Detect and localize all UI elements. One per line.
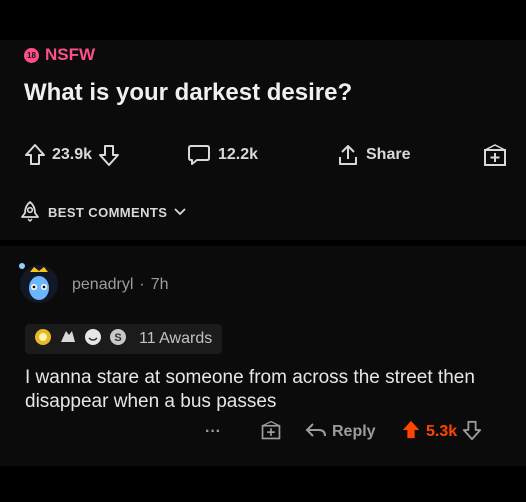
comments-count: 12.2k bbox=[218, 146, 259, 163]
smile-award-icon bbox=[83, 327, 103, 352]
comment-score: 5.3k bbox=[426, 423, 458, 440]
comment-body: I wanna stare at someone from across the… bbox=[25, 367, 475, 412]
meta-separator: · bbox=[139, 276, 145, 293]
upvote-icon[interactable] bbox=[24, 143, 46, 167]
awards-count: 11 Awards bbox=[139, 330, 213, 347]
gift-icon bbox=[482, 142, 508, 168]
awards-bar[interactable]: S 11 Awards bbox=[25, 324, 223, 354]
comment-vote-group: 5.3k bbox=[401, 418, 482, 446]
comment-age: 7h bbox=[150, 276, 169, 293]
nsfw-tag: 18 NSFW bbox=[24, 45, 95, 65]
upvote-count: 23.9k bbox=[52, 146, 93, 163]
chevron-down-icon bbox=[173, 205, 187, 220]
nsfw-label: NSFW bbox=[45, 45, 96, 64]
vote-group: 23.9k bbox=[24, 140, 120, 170]
reply-label: Reply bbox=[332, 423, 376, 440]
share-label: Share bbox=[366, 146, 411, 163]
gift-icon bbox=[260, 419, 282, 446]
award-button[interactable] bbox=[482, 140, 508, 170]
comment-action-bar: ··· Reply 5.3k bbox=[205, 418, 510, 446]
rocket-icon bbox=[18, 200, 42, 225]
award-comment-button[interactable] bbox=[260, 418, 282, 446]
hands-award-icon bbox=[58, 327, 78, 352]
comment-sort-dropdown[interactable]: BEST COMMENTS bbox=[18, 200, 187, 225]
more-icon: ··· bbox=[205, 423, 221, 440]
share-icon bbox=[336, 143, 360, 167]
comment-bubble-icon bbox=[186, 143, 212, 167]
post-action-bar: 23.9k 12.2k Share bbox=[20, 140, 510, 170]
post-title[interactable]: What is your darkest desire? bbox=[24, 79, 352, 107]
share-button[interactable]: Share bbox=[336, 140, 410, 170]
downvote-icon[interactable] bbox=[98, 143, 120, 167]
comment-author[interactable]: penadryl bbox=[72, 276, 133, 294]
gold-award-icon bbox=[33, 327, 53, 352]
sort-label: BEST COMMENTS bbox=[48, 205, 168, 220]
avatar[interactable] bbox=[16, 258, 62, 304]
reply-icon bbox=[305, 420, 327, 445]
comment-meta: penadryl · 7h bbox=[72, 276, 169, 294]
page-bottom bbox=[0, 466, 526, 502]
silver-award-icon: S bbox=[108, 327, 128, 352]
more-options-button[interactable]: ··· bbox=[205, 418, 221, 446]
reply-button[interactable]: Reply bbox=[305, 418, 376, 446]
downvote-icon[interactable] bbox=[462, 419, 482, 446]
comments-button[interactable]: 12.2k bbox=[186, 140, 258, 170]
svg-text:S: S bbox=[114, 332, 121, 344]
nsfw-badge-icon: 18 bbox=[24, 47, 39, 63]
upvote-active-icon[interactable] bbox=[401, 419, 421, 446]
